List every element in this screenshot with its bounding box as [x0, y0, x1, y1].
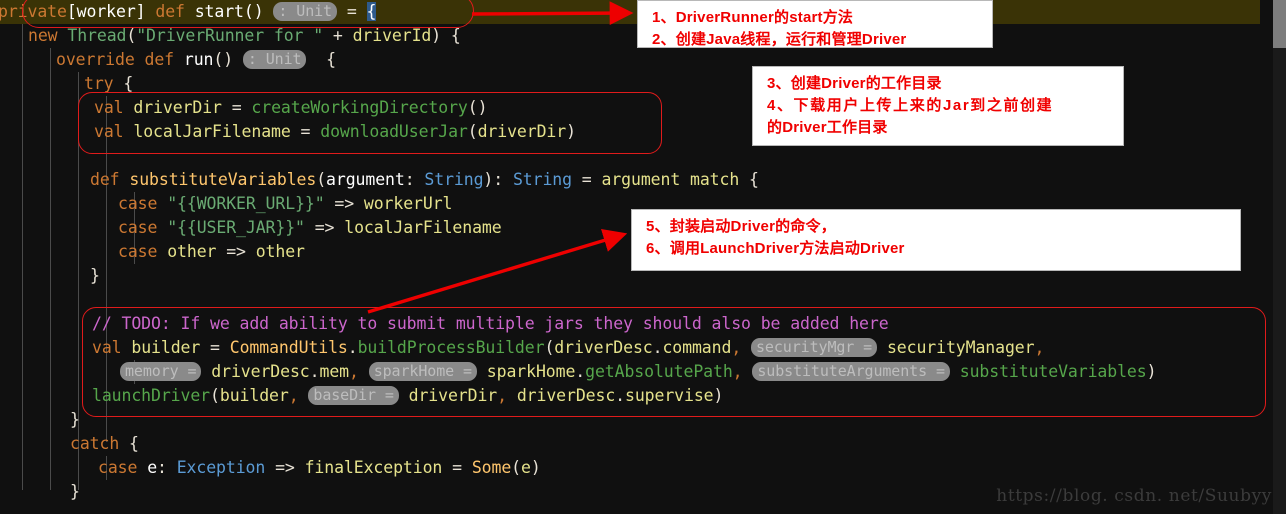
watermark: https://blog. csdn. net/Suubyy: [996, 486, 1272, 506]
code-line: // TODO: If we add ability to submit mul…: [92, 314, 889, 333]
note2-line-1: 3、创建Driver的工作目录: [767, 75, 942, 92]
annotation-note-1: 1、DriverRunner的start方法 2、创建Java线程，运行和管理D…: [637, 0, 993, 48]
note3-line-2: 6、调用LaunchDriver方法启动Driver: [646, 240, 905, 257]
code-line: }: [70, 410, 80, 429]
vertical-scrollbar-track[interactable]: [1273, 0, 1286, 514]
code-line: catch {: [70, 434, 139, 453]
note2-line-2: 4、下载用户上传上来的Jar到之前创建: [767, 97, 1054, 114]
inlay-hint-baseDir: baseDir =: [308, 386, 399, 405]
code-line: case "{{USER_JAR}}" => localJarFilename: [118, 218, 502, 237]
code-line: try {: [84, 74, 134, 93]
code-line: new Thread("DriverRunner for " + driverI…: [28, 26, 461, 45]
code-line: case e: Exception => finalException = So…: [98, 458, 541, 477]
code-line: launchDriver(builder, baseDir = driverDi…: [92, 386, 724, 405]
inlay-hint-sparkHome: sparkHome =: [368, 362, 477, 381]
code-line: case other => other: [118, 242, 305, 261]
inlay-hint-securityMgr: securityMgr =: [751, 338, 878, 357]
screenshot-root: private[worker] def start() : Unit = { n…: [0, 0, 1286, 514]
code-line: val builder = CommandUtils.buildProcessB…: [92, 338, 1045, 357]
inlay-hint-unit: : Unit: [273, 2, 337, 21]
code-line: }: [70, 482, 80, 501]
code-line: override def run() : Unit {: [56, 50, 336, 69]
code-line: def substituteVariables(argument: String…: [90, 170, 759, 189]
annotation-note-2: 3、创建Driver的工作目录 4、下载用户上传上来的Jar到之前创建 的Dri…: [752, 66, 1124, 146]
code-line: memory = driverDesc.mem, sparkHome = spa…: [120, 360, 1157, 384]
note1-line-1: 1、DriverRunner的start方法: [652, 9, 854, 26]
vertical-scrollbar-thumb[interactable]: [1273, 0, 1286, 48]
note1-line-2: 2、创建Java线程，运行和管理Driver: [652, 31, 907, 48]
note3-line-1: 5、封装启动Driver的命令，: [646, 218, 836, 235]
code-line: case "{{WORKER_URL}}" => workerUrl: [118, 194, 453, 213]
code-line: }: [90, 266, 100, 285]
note2-line-3: 的Driver工作目录: [767, 119, 888, 136]
inlay-hint-unit: : Unit: [242, 50, 307, 69]
code-line: val localJarFilename = downloadUserJar(d…: [94, 122, 576, 141]
inlay-hint-substituteArguments: substituteArguments =: [752, 362, 950, 381]
code-line: val driverDir = createWorkingDirectory(): [94, 98, 488, 117]
inlay-hint-memory: memory =: [120, 362, 202, 381]
code-line: private[worker] def start() : Unit = {: [0, 2, 377, 21]
annotation-note-3: 5、封装启动Driver的命令， 6、调用LaunchDriver方法启动Dri…: [631, 209, 1241, 271]
